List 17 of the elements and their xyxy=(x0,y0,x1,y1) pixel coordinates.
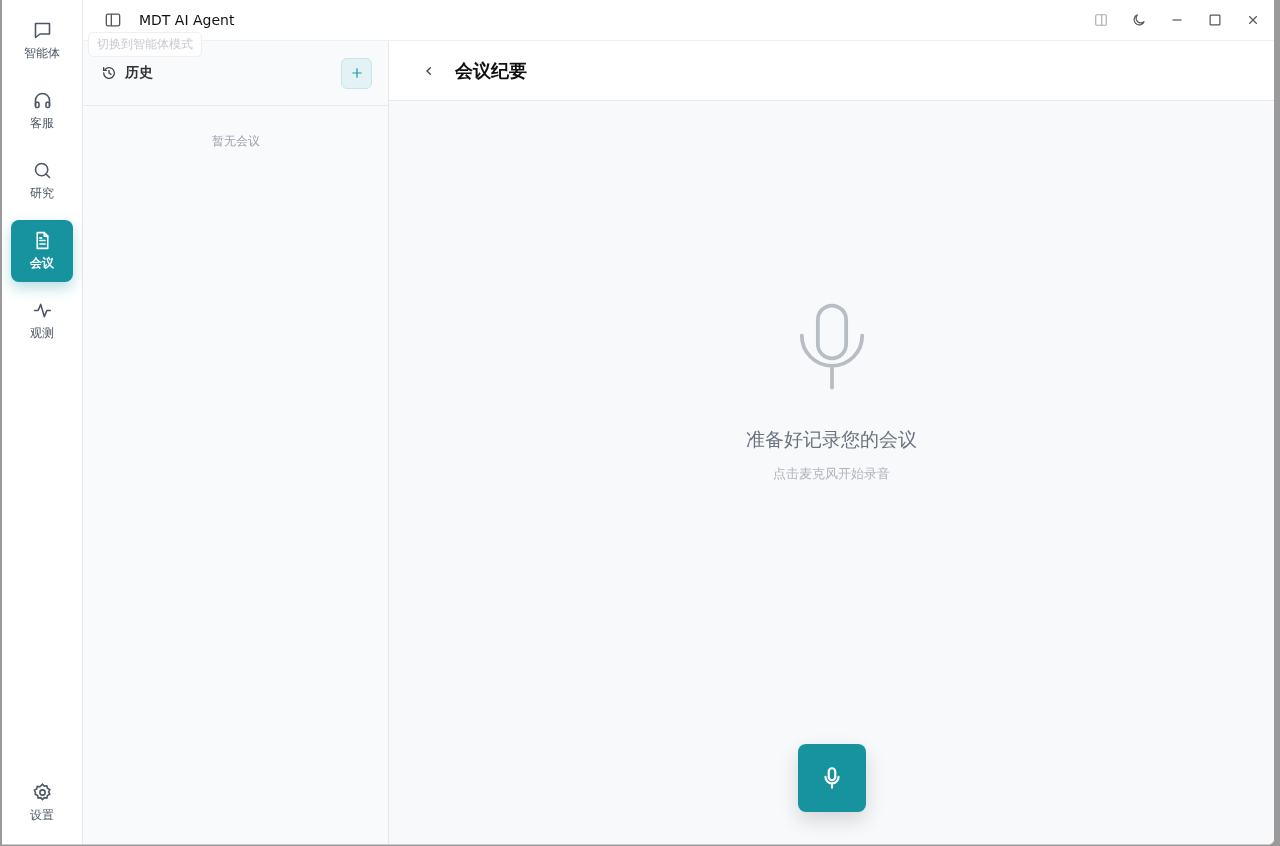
nav-item[interactable]: 会议 xyxy=(11,220,73,282)
settings-button[interactable]: 设置 xyxy=(11,772,73,834)
page-title: 会议纪要 xyxy=(455,58,527,83)
nav-item[interactable]: 客服 xyxy=(11,80,73,142)
history-icon xyxy=(101,65,117,81)
record-button[interactable] xyxy=(797,744,866,812)
maximize-icon[interactable] xyxy=(1206,11,1224,29)
empty-message: 暂无会议 xyxy=(210,133,261,150)
microphone-icon xyxy=(798,302,865,391)
history-title: 历史 xyxy=(125,64,153,82)
empty-hint: 点击麦克风开始录音 xyxy=(773,464,890,483)
window-title: MDT AI Agent xyxy=(139,12,235,28)
settings-icon xyxy=(31,782,53,803)
nav-item[interactable]: 研究 xyxy=(11,150,73,212)
nav-item[interactable]: 智能体 xyxy=(11,10,73,72)
empty-heading: 准备好记录您的会议 xyxy=(746,426,917,452)
nav-item[interactable]: 观测 xyxy=(11,290,73,352)
